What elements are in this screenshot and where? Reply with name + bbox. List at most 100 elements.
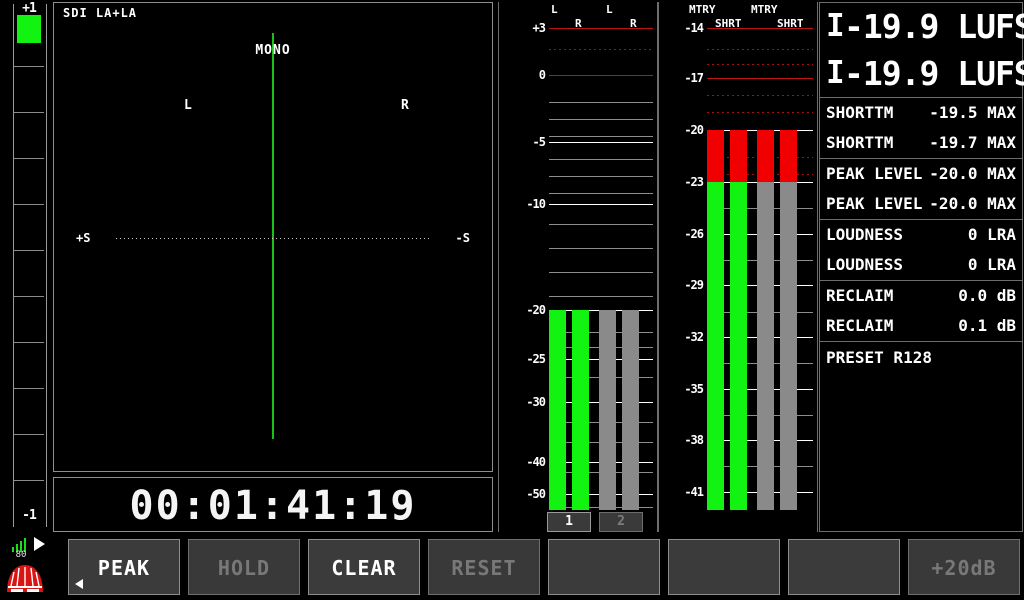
- softkey-label: +20dB: [909, 558, 1019, 578]
- integrated-value: -19.9 LUFS: [844, 57, 1018, 90]
- phase-scale-frame: [13, 4, 47, 527]
- integrated-group: I -19.9 LUFS I -19.9 LUFS: [820, 3, 1022, 98]
- scale-label: 0: [499, 69, 545, 81]
- channel-tag-1[interactable]: 1: [547, 512, 591, 532]
- readout-key: PEAK LEVEL: [826, 196, 922, 212]
- scale-minor-tick: [549, 136, 653, 137]
- meter-bar: [730, 130, 747, 510]
- readout-row: SHORTTM -19.5 MAX: [820, 98, 1022, 128]
- softkey-clear[interactable]: CLEAR: [308, 539, 420, 595]
- scale-minor-tick: [549, 119, 653, 120]
- phase-tick: [14, 158, 44, 159]
- softkey-peak[interactable]: PEAK: [68, 539, 180, 595]
- softkey-label: CLEAR: [309, 558, 419, 578]
- scale-reference-line: [707, 95, 813, 96]
- softkey-label: HOLD: [189, 558, 299, 578]
- scale-label: -10: [499, 198, 545, 210]
- phase-tick: [14, 296, 44, 297]
- meter-bar-segment: [780, 182, 797, 510]
- readout-row: LOUDNESS 0 LRA: [820, 220, 1022, 250]
- meter-bar: [780, 130, 797, 510]
- channel-tag-2[interactable]: 2: [599, 512, 643, 532]
- shortterm-group: SHORTTM -19.5 MAX SHORTTM -19.7 MAX: [820, 98, 1022, 159]
- timecode-value: 00:01:41:19: [54, 486, 492, 526]
- vectorscope-horizontal-axis: [116, 238, 430, 239]
- readout-value: -20.0 MAX: [929, 166, 1016, 182]
- softkey-empty-7[interactable]: [788, 539, 900, 595]
- reclaim-group: RECLAIM 0.0 dB RECLAIM 0.1 dB: [820, 281, 1022, 342]
- integrated-prefix: I: [826, 58, 845, 89]
- phase-tick: [14, 250, 44, 251]
- softkey-empty-6[interactable]: [668, 539, 780, 595]
- phase-tick: [14, 480, 44, 481]
- scale-label: -40: [499, 456, 545, 468]
- scale-label: -20: [659, 124, 703, 136]
- scale-label: -29: [659, 279, 703, 291]
- phase-bottom-label: -1: [14, 509, 44, 522]
- meter-bar-segment: [780, 130, 797, 182]
- minus-s-label: -S: [456, 232, 470, 244]
- scale-minor-tick: [549, 102, 653, 103]
- scale-major-tick: [549, 75, 653, 76]
- phase-tick: [14, 66, 44, 67]
- readout-value: 0.1 dB: [958, 318, 1016, 334]
- loudness-meter-panel[interactable]: MTRYSHRTMTRYSHRT -14-17-20-23-26-29-32-3…: [658, 2, 818, 532]
- input-source-label: SDI LA+LA: [63, 7, 137, 19]
- mono-label: MONO: [54, 44, 492, 57]
- meter-bar: [549, 310, 566, 510]
- vectorscope-left-label: L: [184, 99, 192, 112]
- meter-bar: [622, 310, 639, 510]
- softkey-empty-5[interactable]: [548, 539, 660, 595]
- readout-row: LOUDNESS 0 LRA: [820, 250, 1022, 280]
- readout-row: PEAK LEVEL -20.0 MAX: [820, 189, 1022, 219]
- meter-bar: [707, 130, 724, 510]
- scale-minor-tick: [549, 248, 653, 249]
- scale-minor-tick: [549, 272, 653, 273]
- preset-row[interactable]: PRESET R128: [820, 342, 1022, 376]
- vectorscope-trace: [272, 33, 274, 439]
- meter-bar-segment: [572, 310, 589, 510]
- scale-label: -41: [659, 486, 703, 498]
- readout-value: 0 LRA: [968, 227, 1016, 243]
- readout-value: 0.0 dB: [958, 288, 1016, 304]
- scale-label: -50: [499, 488, 545, 500]
- scale-label: -14: [659, 22, 703, 34]
- readout-key: LOUDNESS: [826, 257, 903, 273]
- phase-tick: [14, 342, 44, 343]
- phase-tick: [14, 388, 44, 389]
- preset-label: PRESET R128: [826, 350, 932, 366]
- softkey-hold[interactable]: HOLD: [188, 539, 300, 595]
- scale-label: -20: [499, 304, 545, 316]
- integrated-row: I -19.9 LUFS: [820, 3, 1022, 50]
- scale-minor-tick: [549, 224, 653, 225]
- scale-label: -30: [499, 396, 545, 408]
- scale-label: -38: [659, 434, 703, 446]
- meter-bar: [572, 310, 589, 510]
- scale-label: -17: [659, 72, 703, 84]
- phase-correlation-column: +1 -1: [0, 0, 52, 532]
- scale-label: -26: [659, 228, 703, 240]
- scale-major-tick: [549, 28, 653, 29]
- scale-major-tick: [549, 204, 653, 205]
- ppm-meter-panel[interactable]: LRLR +30-5-10-20-25-30-40-50 12: [498, 2, 658, 532]
- readout-row: SHORTTM -19.7 MAX: [820, 128, 1022, 158]
- meter-bar-segment: [730, 130, 747, 182]
- softkey-button-bar: PEAK HOLD CLEAR RESET +20dB: [0, 534, 1024, 600]
- softkey-reset[interactable]: RESET: [428, 539, 540, 595]
- softkey--20db[interactable]: +20dB: [908, 539, 1020, 595]
- vectorscope-display[interactable]: SDI LA+LA MONO L R +S -S: [53, 2, 493, 472]
- scale-minor-tick: [549, 193, 653, 194]
- readout-key: SHORTTM: [826, 105, 893, 121]
- scale-minor-tick: [549, 176, 653, 177]
- meter-bar-segment: [707, 182, 724, 510]
- loudness-group: LOUDNESS 0 LRA LOUDNESS 0 LRA: [820, 220, 1022, 281]
- readout-key: RECLAIM: [826, 318, 893, 334]
- scale-major-tick: [707, 28, 813, 29]
- integrated-prefix: I: [826, 11, 845, 42]
- softkey-label: RESET: [429, 558, 539, 578]
- meter-bar-segment: [622, 310, 639, 510]
- loudness-readout-panel: I -19.9 LUFS I -19.9 LUFS SHORTTM -19.5 …: [819, 2, 1023, 532]
- meter-bar: [599, 310, 616, 510]
- plus-s-label: +S: [76, 232, 90, 244]
- vectorscope-right-label: R: [401, 99, 409, 112]
